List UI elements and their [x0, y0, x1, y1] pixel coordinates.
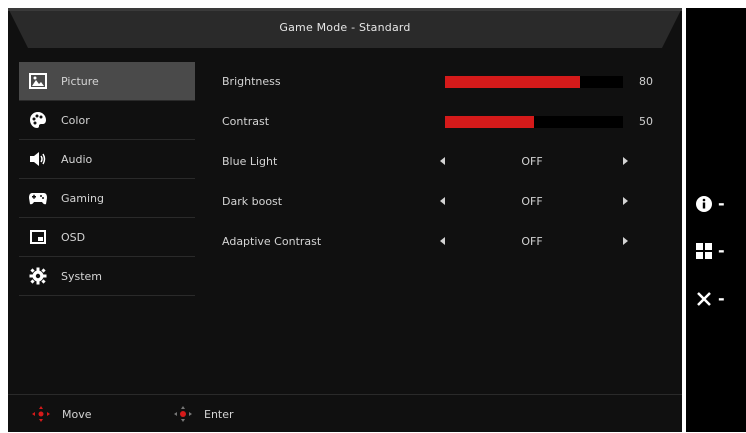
gamepad-icon: [29, 189, 47, 207]
sidebar: Picture Color Audio Gaming OSD System: [19, 62, 195, 296]
brightness-row[interactable]: Brightness 80: [222, 62, 672, 102]
blue-light-value: OFF: [521, 155, 543, 168]
palette-icon: [29, 111, 47, 129]
joystick-move-icon: [30, 405, 52, 423]
brightness-slider-fill: [445, 76, 581, 88]
close-key[interactable]: -: [696, 289, 725, 308]
sidebar-item-color[interactable]: Color: [19, 101, 195, 140]
side-key-panel: - - -: [686, 8, 746, 432]
sidebar-item-system[interactable]: System: [19, 257, 195, 296]
picture-icon: [29, 72, 47, 90]
sidebar-item-label: Audio: [61, 152, 93, 166]
enter-hint: Enter: [172, 405, 234, 423]
sidebar-item-label: Picture: [61, 74, 99, 88]
gear-icon: [29, 267, 47, 285]
contrast-slider-fill: [445, 116, 534, 128]
left-arrow-icon[interactable]: [440, 197, 445, 205]
dark-boost-label: Dark boost: [222, 195, 283, 208]
info-key[interactable]: -: [696, 194, 725, 213]
contrast-slider[interactable]: [445, 116, 623, 128]
adaptive-contrast-label: Adaptive Contrast: [222, 235, 322, 248]
sidebar-item-picture[interactable]: Picture: [19, 62, 195, 101]
dark-boost-value: OFF: [521, 195, 543, 208]
dark-boost-row[interactable]: Dark boost OFF: [222, 182, 672, 222]
sidebar-item-label: Color: [61, 113, 90, 127]
contrast-value: 50: [639, 115, 653, 128]
joystick-enter-icon: [172, 405, 194, 423]
osd-icon: [29, 228, 47, 246]
sidebar-item-label: OSD: [61, 230, 86, 244]
close-key-symbol: -: [718, 289, 725, 308]
sidebar-item-label: Gaming: [61, 191, 104, 205]
settings-panel: Brightness 80 Contrast 50 Blue Light OFF…: [222, 62, 672, 262]
sidebar-item-audio[interactable]: Audio: [19, 140, 195, 179]
left-arrow-icon[interactable]: [440, 157, 445, 165]
grid-icon: [696, 242, 712, 259]
brightness-label: Brightness: [222, 75, 281, 88]
sidebar-item-osd[interactable]: OSD: [19, 218, 195, 257]
sidebar-item-label: System: [61, 269, 103, 283]
right-arrow-icon[interactable]: [623, 197, 628, 205]
blue-light-row[interactable]: Blue Light OFF: [222, 142, 672, 182]
info-key-symbol: -: [718, 194, 725, 213]
brightness-value: 80: [639, 75, 653, 88]
adaptive-contrast-row[interactable]: Adaptive Contrast OFF: [222, 222, 672, 262]
info-icon: [696, 195, 712, 212]
grid-key-symbol: -: [718, 241, 725, 260]
adaptive-contrast-value: OFF: [521, 235, 543, 248]
contrast-label: Contrast: [222, 115, 270, 128]
move-label: Move: [62, 407, 92, 421]
right-arrow-icon[interactable]: [623, 157, 628, 165]
header-title: Game Mode - Standard: [279, 21, 411, 34]
osd-footer: Move Enter: [8, 394, 682, 433]
brightness-slider[interactable]: [445, 76, 623, 88]
sidebar-item-gaming[interactable]: Gaming: [19, 179, 195, 218]
left-arrow-icon[interactable]: [440, 237, 445, 245]
enter-label: Enter: [204, 407, 234, 421]
move-hint: Move: [30, 405, 92, 423]
osd-header: Game Mode - Standard: [8, 8, 682, 48]
speaker-icon: [29, 150, 47, 168]
right-arrow-icon[interactable]: [623, 237, 628, 245]
contrast-row[interactable]: Contrast 50: [222, 102, 672, 142]
grid-key[interactable]: -: [696, 241, 725, 260]
close-icon: [697, 291, 711, 306]
blue-light-label: Blue Light: [222, 155, 278, 168]
